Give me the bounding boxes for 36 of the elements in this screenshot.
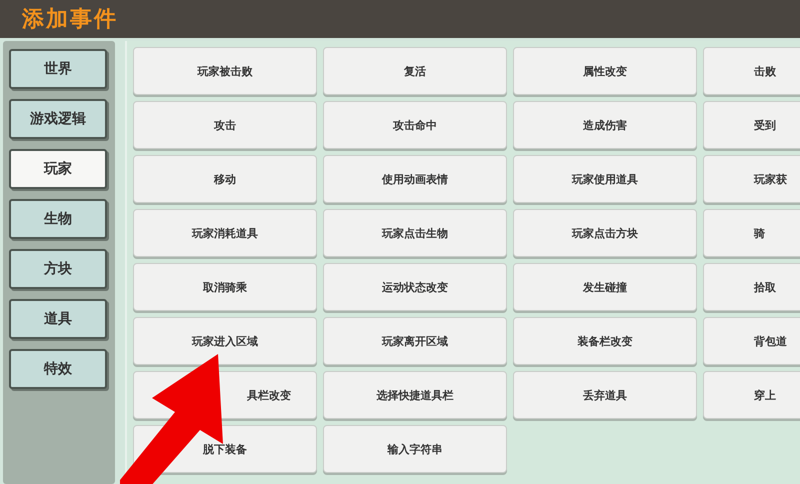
event-button[interactable]: 装备栏改变 <box>513 317 697 365</box>
event-button[interactable]: 穿上 <box>703 371 800 419</box>
event-button[interactable]: 受到 <box>703 101 800 149</box>
category-tab[interactable]: 世界 <box>9 49 107 89</box>
event-button[interactable]: 玩家消耗道具 <box>133 209 317 257</box>
event-button[interactable]: 击败 <box>703 47 800 95</box>
category-tab[interactable]: 玩家 <box>9 149 107 189</box>
event-button[interactable]: 输入字符串 <box>323 425 507 473</box>
category-tab[interactable]: 特效 <box>9 349 107 389</box>
event-button[interactable]: 发生碰撞 <box>513 263 697 311</box>
event-button[interactable]: 背包道 <box>703 317 800 365</box>
event-button[interactable]: 属性改变 <box>513 47 697 95</box>
event-button[interactable]: 玩家被击败 <box>133 47 317 95</box>
event-button[interactable]: 选择快捷道具栏 <box>323 371 507 419</box>
event-button[interactable]: 骑 <box>703 209 800 257</box>
category-tab[interactable]: 游戏逻辑 <box>9 99 107 139</box>
event-button[interactable]: 玩家离开区域 <box>323 317 507 365</box>
event-button[interactable]: 攻击命中 <box>323 101 507 149</box>
category-tab[interactable]: 方块 <box>9 249 107 289</box>
event-button[interactable]: 移动 <box>133 155 317 203</box>
event-button[interactable]: 取消骑乘 <box>133 263 317 311</box>
event-button[interactable]: 玩家使用道具 <box>513 155 697 203</box>
event-button[interactable]: 玩家点击生物 <box>323 209 507 257</box>
event-button[interactable]: 运动状态改变 <box>323 263 507 311</box>
category-tab[interactable]: 生物 <box>9 199 107 239</box>
event-button[interactable]: 攻击 <box>133 101 317 149</box>
event-button[interactable]: 丢弃道具 <box>513 371 697 419</box>
window-title: 添加事件 <box>22 6 118 34</box>
category-tab[interactable]: 道具 <box>9 299 107 339</box>
event-button[interactable]: 玩家获 <box>703 155 800 203</box>
event-button[interactable]: 拾取 <box>703 263 800 311</box>
event-button[interactable]: 复活 <box>323 47 507 95</box>
event-button[interactable]: 玩家进入区域 <box>133 317 317 365</box>
event-button[interactable]: 玩家点击方块 <box>513 209 697 257</box>
event-button[interactable]: 造成伤害 <box>513 101 697 149</box>
event-button[interactable]: 使用动画表情 <box>323 155 507 203</box>
